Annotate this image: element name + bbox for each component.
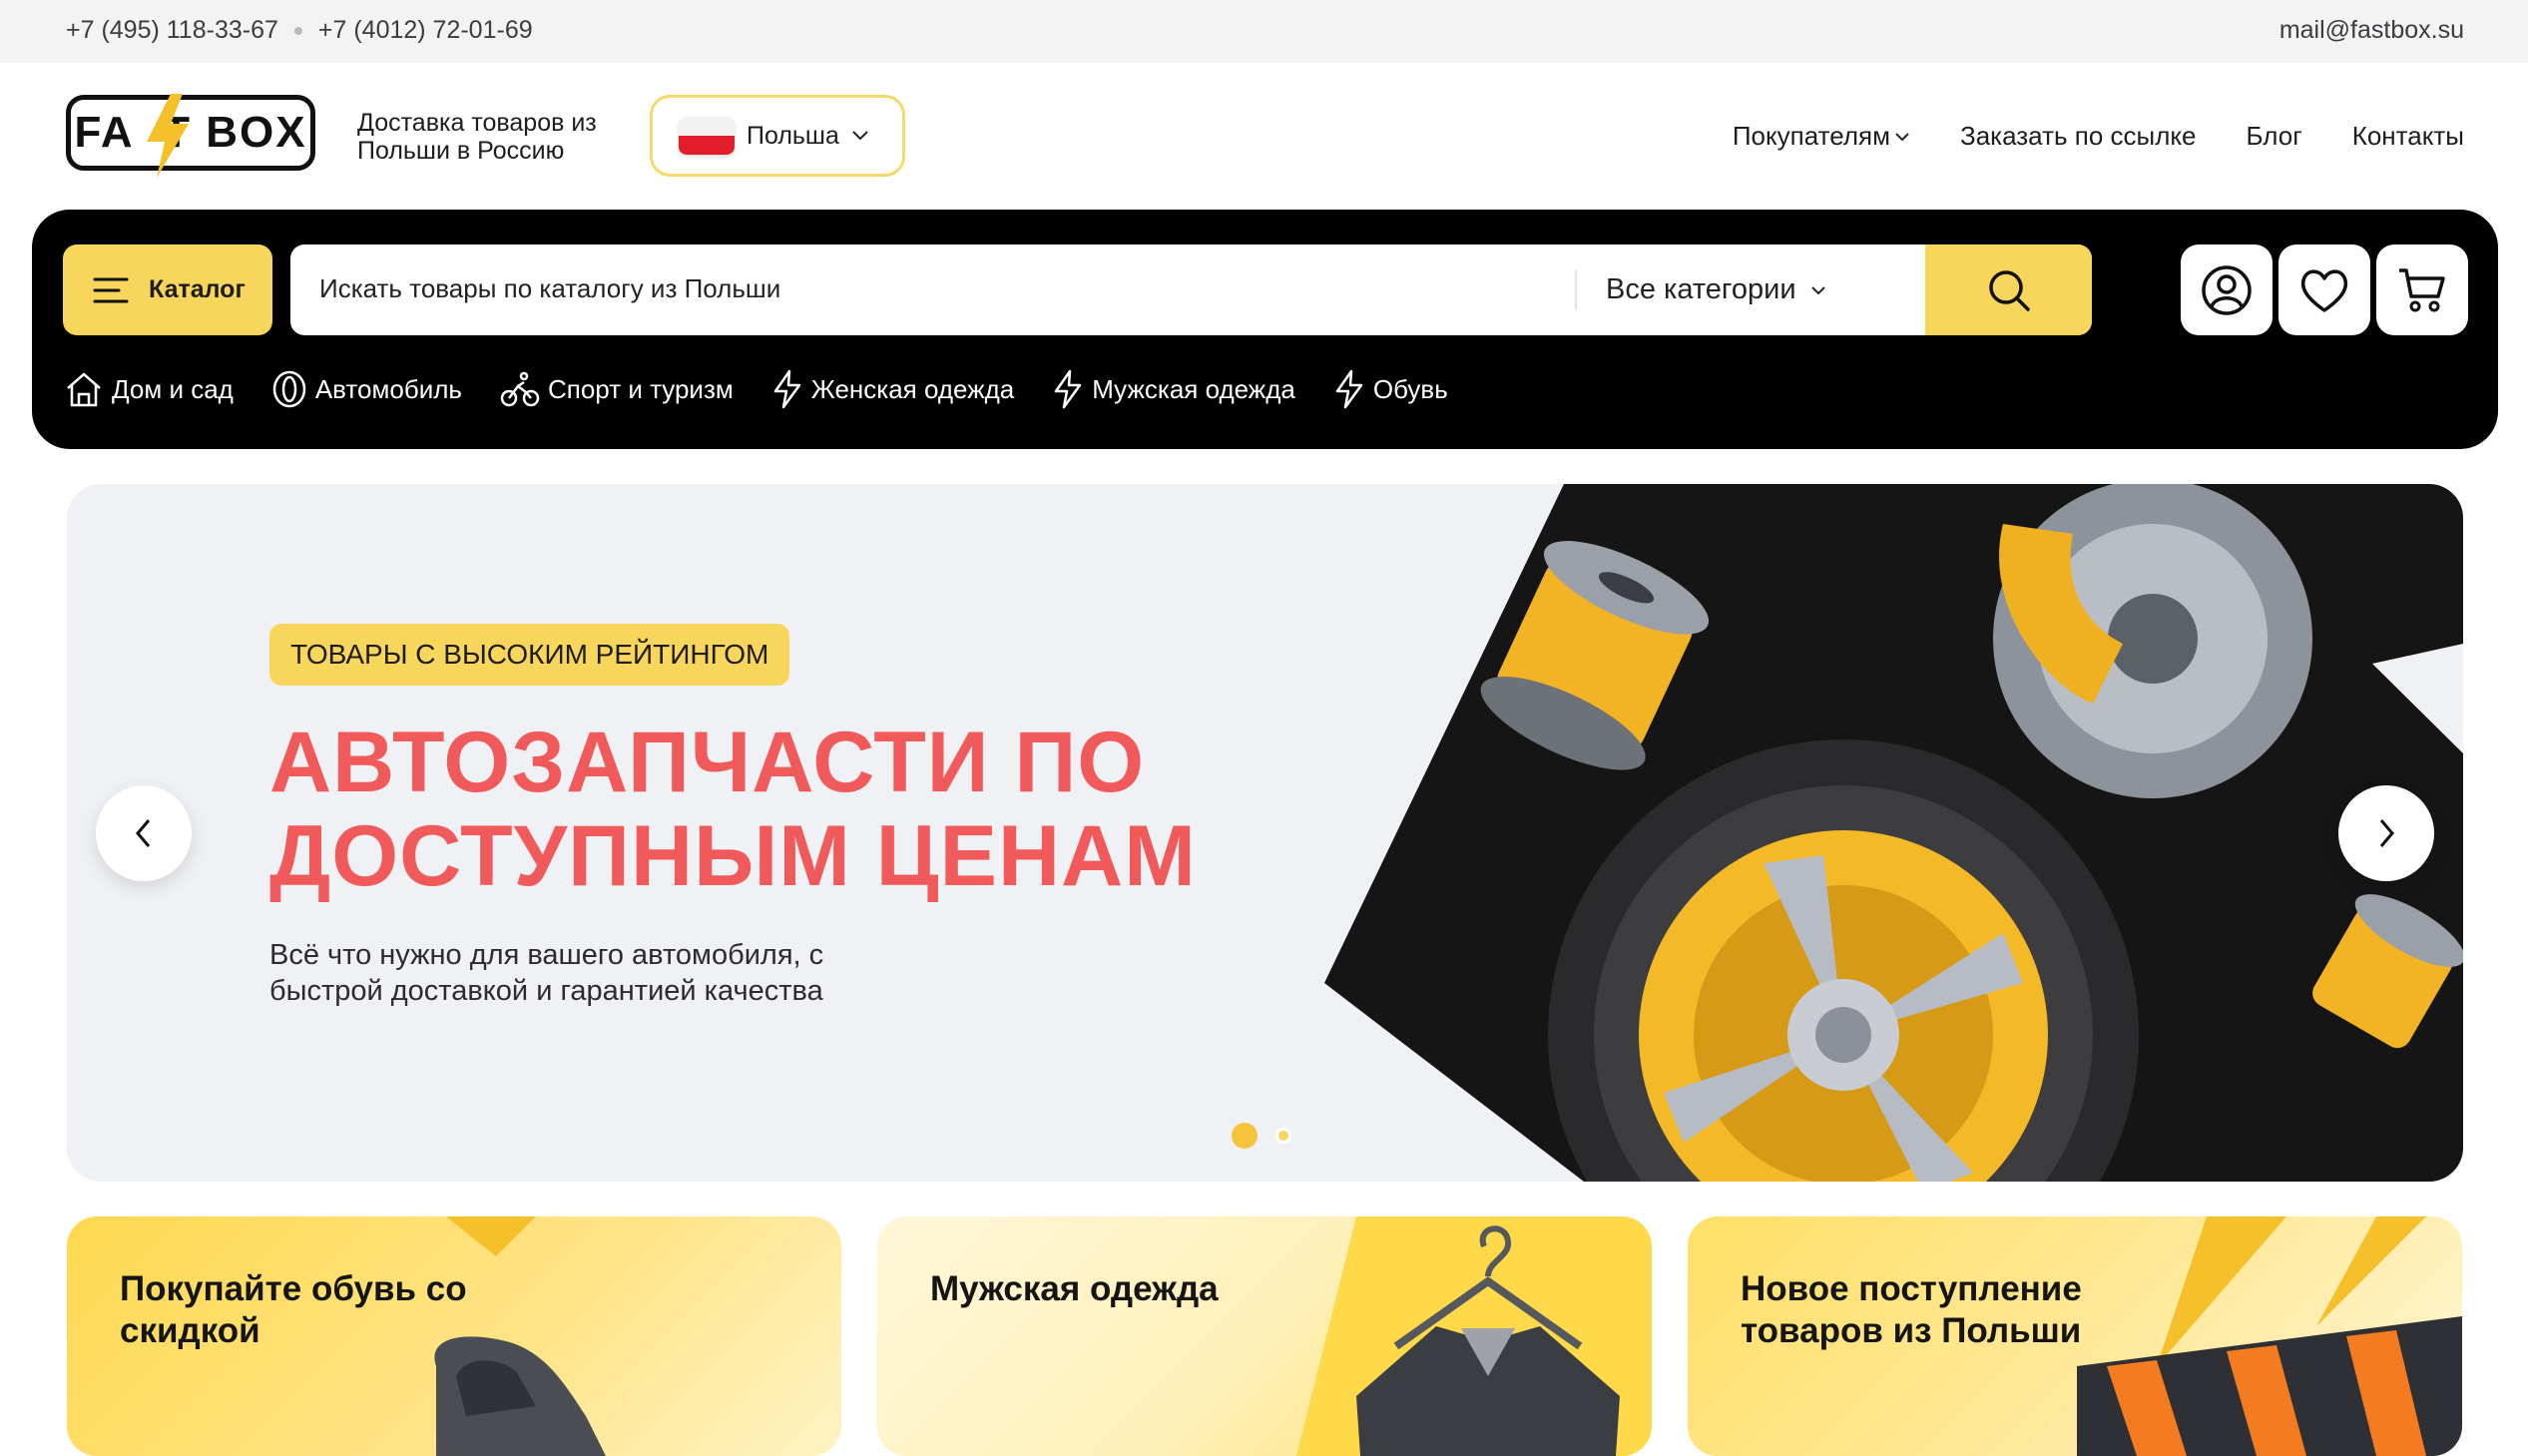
logo[interactable]: FA T BOX bbox=[66, 94, 315, 178]
slider-prev-button[interactable] bbox=[96, 785, 192, 881]
category-nav: Дом и сад Автомобиль Спорт и туризм Женс… bbox=[64, 369, 1448, 409]
search-button[interactable] bbox=[1925, 244, 2092, 335]
category-home-garden[interactable]: Дом и сад bbox=[64, 369, 234, 409]
phone-list: +7 (495) 118-33-67 +7 (4012) 72-01-69 bbox=[66, 16, 533, 45]
phone-link-moscow[interactable]: +7 (495) 118-33-67 bbox=[66, 16, 278, 45]
email-link[interactable]: mail@fastbox.su bbox=[2279, 16, 2464, 45]
lightning-logo-icon bbox=[147, 94, 189, 178]
category-label: Женская одежда bbox=[810, 373, 1015, 404]
account-button[interactable] bbox=[2181, 244, 2273, 335]
promo-card-men-clothing[interactable]: Мужская одежда bbox=[877, 1216, 1652, 1456]
chevron-left-icon bbox=[136, 819, 151, 847]
category-women-clothing[interactable]: Женская одежда bbox=[771, 369, 1014, 409]
category-label: Обувь bbox=[1372, 373, 1448, 404]
cart-icon bbox=[2399, 267, 2445, 311]
nav-item-buyers[interactable]: Покупателям bbox=[1733, 121, 1910, 152]
chevron-down-icon bbox=[852, 131, 868, 141]
header-nav: Покупателям Заказать по ссылке Блог Конт… bbox=[1733, 121, 2464, 152]
search-box: Искать товары по каталогу из Польши Все … bbox=[290, 244, 2092, 335]
promo-card-shoes[interactable]: Покупайте обувь со скидкой bbox=[67, 1216, 841, 1456]
cart-button[interactable] bbox=[2376, 244, 2468, 335]
category-select-label: Все категории bbox=[1606, 273, 1796, 305]
slider-dot-active[interactable] bbox=[1232, 1123, 1258, 1149]
slider-dot[interactable] bbox=[1275, 1128, 1291, 1144]
slider-next-button[interactable] bbox=[2338, 785, 2434, 881]
poland-flag-icon bbox=[679, 117, 735, 155]
hero-subtitle: Всё что нужно для вашего автомобиля, с б… bbox=[269, 939, 824, 1007]
separator-dot bbox=[293, 26, 302, 35]
category-sport-tourism[interactable]: Спорт и туризм bbox=[500, 369, 734, 409]
nav-item-contacts[interactable]: Контакты bbox=[2352, 121, 2464, 152]
tire-icon bbox=[272, 370, 306, 408]
lightning-icon bbox=[1335, 369, 1363, 409]
search-icon bbox=[1988, 269, 2030, 311]
hero-banner: ТОВАРЫ С ВЫСОКИМ РЕЙТИНГОМ АВТОЗАПЧАСТИ … bbox=[67, 484, 2463, 1182]
top-contact-bar: +7 (495) 118-33-67 +7 (4012) 72-01-69 ma… bbox=[0, 0, 2528, 63]
category-auto[interactable]: Автомобиль bbox=[271, 369, 462, 409]
promo-card-new-arrivals[interactable]: Новое поступление товаров из Польши bbox=[1688, 1216, 2462, 1456]
hero-title: АВТОЗАПЧАСТИ ПО ДОСТУПНЫМ ЦЕНАМ bbox=[269, 715, 1197, 904]
house-icon bbox=[67, 372, 101, 407]
favorites-button[interactable] bbox=[2278, 244, 2370, 335]
category-shoes[interactable]: Обувь bbox=[1333, 369, 1448, 409]
menu-icon bbox=[93, 277, 129, 302]
user-icon bbox=[2202, 264, 2252, 315]
promo-card-title: Покупайте обувь со скидкой bbox=[120, 1269, 467, 1350]
nav-item-blog[interactable]: Блог bbox=[2247, 121, 2302, 152]
nav-item-label: Покупателям bbox=[1732, 121, 1890, 151]
search-panel: Каталог Искать товары по каталогу из Пол… bbox=[32, 210, 2498, 449]
hanger-shirt-illustration bbox=[1296, 1216, 1652, 1456]
chevron-down-icon bbox=[1810, 285, 1825, 294]
category-men-clothing[interactable]: Мужская одежда bbox=[1052, 369, 1295, 409]
search-input[interactable]: Искать товары по каталогу из Польши bbox=[319, 273, 780, 304]
category-label: Мужская одежда bbox=[1092, 373, 1295, 404]
heart-icon bbox=[2300, 268, 2348, 312]
phone-link-kaliningrad[interactable]: +7 (4012) 72-01-69 bbox=[318, 16, 533, 45]
nav-item-order-by-link[interactable]: Заказать по ссылке bbox=[1960, 121, 2197, 152]
country-label: Польша bbox=[747, 121, 839, 150]
lightning-icon bbox=[1054, 369, 1082, 409]
header-tagline: Доставка товаров из Польши в Россию bbox=[357, 109, 597, 165]
category-label: Дом и сад bbox=[112, 373, 234, 404]
hero-badge: ТОВАРЫ С ВЫСОКИМ РЕЙТИНГОМ bbox=[269, 624, 790, 686]
chevron-down-icon bbox=[1895, 132, 1909, 141]
category-select[interactable]: Все категории bbox=[1606, 273, 1826, 306]
slider-pagination bbox=[1232, 1123, 1291, 1149]
promo-card-title: Мужская одежда bbox=[930, 1269, 1219, 1308]
site-header: FA T BOX Доставка товаров из Польши в Ро… bbox=[0, 63, 2528, 210]
bicycle-icon bbox=[500, 371, 540, 407]
chevron-right-icon bbox=[2379, 819, 2394, 847]
category-label: Спорт и туризм bbox=[547, 373, 734, 404]
catalog-label: Каталог bbox=[149, 275, 246, 303]
promo-card-title: Новое поступление товаров из Польши bbox=[1741, 1269, 2082, 1350]
lightning-icon bbox=[773, 369, 801, 409]
search-divider bbox=[1575, 270, 1577, 310]
catalog-button[interactable]: Каталог bbox=[63, 244, 272, 335]
category-label: Автомобиль bbox=[314, 373, 462, 404]
country-selector[interactable]: Польша bbox=[650, 95, 905, 177]
